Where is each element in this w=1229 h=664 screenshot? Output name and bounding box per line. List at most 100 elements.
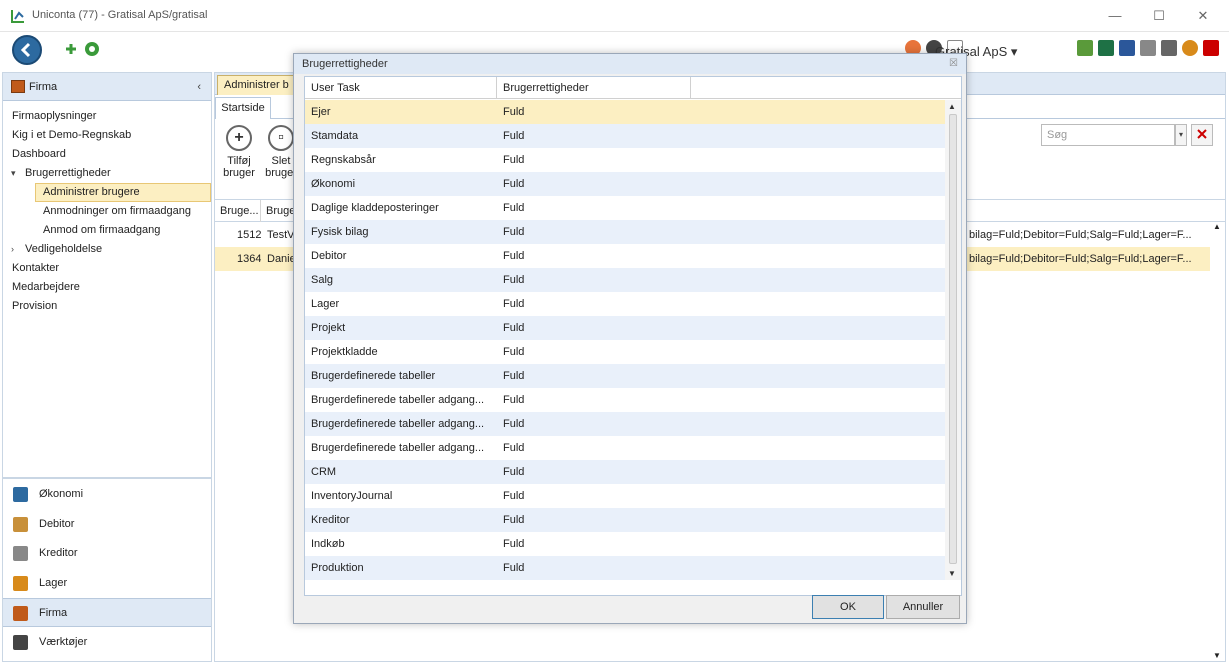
cell-right[interactable]: Fuld bbox=[503, 220, 524, 244]
cell-right[interactable]: Fuld bbox=[503, 556, 524, 580]
column-header-user-task[interactable]: User Task bbox=[305, 77, 497, 99]
module-2[interactable]: Kreditor bbox=[3, 539, 211, 568]
scroll-up-icon[interactable]: ▲ bbox=[1213, 222, 1221, 231]
minimize-button[interactable]: — bbox=[1100, 6, 1130, 26]
rights-row[interactable]: Produktion Fuld bbox=[305, 556, 945, 580]
rights-row[interactable]: Debitor Fuld bbox=[305, 244, 945, 268]
search-input[interactable]: Søg bbox=[1041, 124, 1175, 146]
cell-right[interactable]: Fuld bbox=[503, 388, 524, 412]
rights-row[interactable]: Indkøb Fuld bbox=[305, 532, 945, 556]
rights-row[interactable]: Brugerdefinerede tabeller adgang... Fuld bbox=[305, 436, 945, 460]
column-header-rights[interactable]: Brugerrettigheder bbox=[497, 77, 691, 99]
rights-row[interactable]: InventoryJournal Fuld bbox=[305, 484, 945, 508]
expand-down-icon[interactable]: ▾ bbox=[11, 164, 16, 183]
cell-right[interactable]: Fuld bbox=[503, 268, 524, 292]
module-icon bbox=[13, 487, 28, 502]
scroll-thumb[interactable] bbox=[949, 114, 957, 564]
back-button[interactable] bbox=[12, 35, 42, 65]
dashboard-icon[interactable] bbox=[84, 41, 100, 57]
tree-item[interactable]: › Vedligeholdelse bbox=[3, 240, 211, 259]
rights-row[interactable]: Projektkladde Fuld bbox=[305, 340, 945, 364]
dialog-close-icon[interactable]: ☒ bbox=[949, 54, 958, 74]
csv-icon[interactable] bbox=[1140, 40, 1156, 56]
module-label: Økonomi bbox=[39, 488, 84, 500]
cell-right[interactable]: Fuld bbox=[503, 316, 524, 340]
rights-row[interactable]: CRM Fuld bbox=[305, 460, 945, 484]
tree-item[interactable]: Provision bbox=[3, 297, 211, 316]
cell-right[interactable]: Fuld bbox=[503, 532, 524, 556]
cell-id: 1512 bbox=[237, 229, 262, 241]
module-1[interactable]: Debitor bbox=[3, 510, 211, 539]
scroll-down-icon[interactable]: ▼ bbox=[1213, 651, 1221, 660]
excel-icon[interactable] bbox=[1098, 40, 1114, 56]
cell-right[interactable]: Fuld bbox=[503, 124, 524, 148]
rights-row[interactable]: Regnskabsår Fuld bbox=[305, 148, 945, 172]
cell-right[interactable]: Fuld bbox=[503, 364, 524, 388]
ribbon-tab-startside[interactable]: Startside bbox=[215, 97, 271, 119]
rights-row[interactable]: Ejer Fuld bbox=[305, 100, 945, 124]
tree-item[interactable]: Kig i et Demo-Regnskab bbox=[3, 126, 211, 145]
rights-scrollbar[interactable]: ▲ ▼ bbox=[945, 100, 961, 580]
module-5[interactable]: Værktøjer bbox=[3, 628, 211, 657]
column-header-id[interactable]: Bruge... bbox=[215, 200, 261, 222]
rights-row[interactable]: Projekt Fuld bbox=[305, 316, 945, 340]
cell-right[interactable]: Fuld bbox=[503, 460, 524, 484]
cancel-button[interactable]: Annuller bbox=[886, 595, 960, 619]
dialog-title: Brugerrettigheder bbox=[302, 58, 388, 70]
cell-right[interactable]: Fuld bbox=[503, 436, 524, 460]
tree-item[interactable]: Dashboard bbox=[3, 145, 211, 164]
maximize-button[interactable]: ☐ bbox=[1144, 6, 1174, 26]
tree-item[interactable]: Anmod om firmaadgang bbox=[3, 221, 211, 240]
tab-administrer-brugere[interactable]: Administrer b bbox=[217, 75, 296, 95]
user-rights-dialog: Brugerrettigheder ☒ User Task Brugerrett… bbox=[293, 53, 967, 624]
cell-right[interactable]: Fuld bbox=[503, 244, 524, 268]
rights-row[interactable]: Brugerdefinerede tabeller adgang... Fuld bbox=[305, 388, 945, 412]
tree-item[interactable]: Kontakter bbox=[3, 259, 211, 278]
module-4[interactable]: Firma bbox=[3, 598, 211, 627]
rights-row[interactable]: Daglige kladdeposteringer Fuld bbox=[305, 196, 945, 220]
ok-button[interactable]: OK bbox=[812, 595, 884, 619]
tree-item[interactable]: Firmaoplysninger bbox=[3, 107, 211, 126]
exit-icon[interactable] bbox=[1203, 40, 1219, 56]
cell-right[interactable]: Fuld bbox=[503, 100, 524, 124]
copy-icon[interactable] bbox=[1161, 40, 1177, 56]
scroll-down-icon[interactable]: ▼ bbox=[948, 569, 956, 578]
rights-row[interactable]: Lager Fuld bbox=[305, 292, 945, 316]
tree-item[interactable]: Administrer brugere bbox=[35, 183, 211, 202]
word-icon[interactable] bbox=[1119, 40, 1135, 56]
rights-row[interactable]: Salg Fuld bbox=[305, 268, 945, 292]
rights-row[interactable]: Brugerdefinerede tabeller Fuld bbox=[305, 364, 945, 388]
main-scrollbar[interactable]: ▲ ▼ bbox=[1210, 222, 1225, 660]
add-user-button[interactable]: + Tilføj bruger bbox=[219, 125, 259, 179]
rights-row[interactable]: Økonomi Fuld bbox=[305, 172, 945, 196]
search-dropdown-icon[interactable]: ▾ bbox=[1175, 124, 1187, 146]
cell-right[interactable]: Fuld bbox=[503, 172, 524, 196]
user-icon[interactable] bbox=[1182, 40, 1198, 56]
cell-right[interactable]: Fuld bbox=[503, 340, 524, 364]
cell-right[interactable]: Fuld bbox=[503, 292, 524, 316]
sidebar-splitter[interactable] bbox=[3, 477, 211, 479]
cell-right[interactable]: Fuld bbox=[503, 412, 524, 436]
rights-row[interactable]: Brugerdefinerede tabeller adgang... Fuld bbox=[305, 412, 945, 436]
tree-item-label: Brugerrettigheder bbox=[25, 167, 111, 179]
cell-right[interactable]: Fuld bbox=[503, 148, 524, 172]
rights-row[interactable]: Kreditor Fuld bbox=[305, 508, 945, 532]
cell-right[interactable]: Fuld bbox=[503, 508, 524, 532]
tree-item[interactable]: Medarbejdere bbox=[3, 278, 211, 297]
cell-right[interactable]: Fuld bbox=[503, 484, 524, 508]
module-0[interactable]: Økonomi bbox=[3, 480, 211, 509]
module-3[interactable]: Lager bbox=[3, 569, 211, 598]
scroll-up-icon[interactable]: ▲ bbox=[948, 102, 956, 111]
rights-row[interactable]: Stamdata Fuld bbox=[305, 124, 945, 148]
expand-right-icon[interactable]: › bbox=[11, 240, 14, 259]
cell-right[interactable]: Fuld bbox=[503, 196, 524, 220]
clear-filter-icon[interactable] bbox=[1191, 124, 1213, 146]
tree-item[interactable]: Anmodninger om firmaadgang bbox=[3, 202, 211, 221]
tree-item[interactable]: ▾ Brugerrettigheder bbox=[3, 164, 211, 183]
close-window-button[interactable]: ✕ bbox=[1188, 6, 1218, 26]
rights-row[interactable]: Fysisk bilag Fuld bbox=[305, 220, 945, 244]
collapse-sidebar-icon[interactable]: ‹ bbox=[197, 73, 201, 101]
add-icon[interactable] bbox=[64, 42, 78, 56]
module-label: Firma bbox=[39, 607, 68, 619]
print-icon[interactable] bbox=[1077, 40, 1093, 56]
